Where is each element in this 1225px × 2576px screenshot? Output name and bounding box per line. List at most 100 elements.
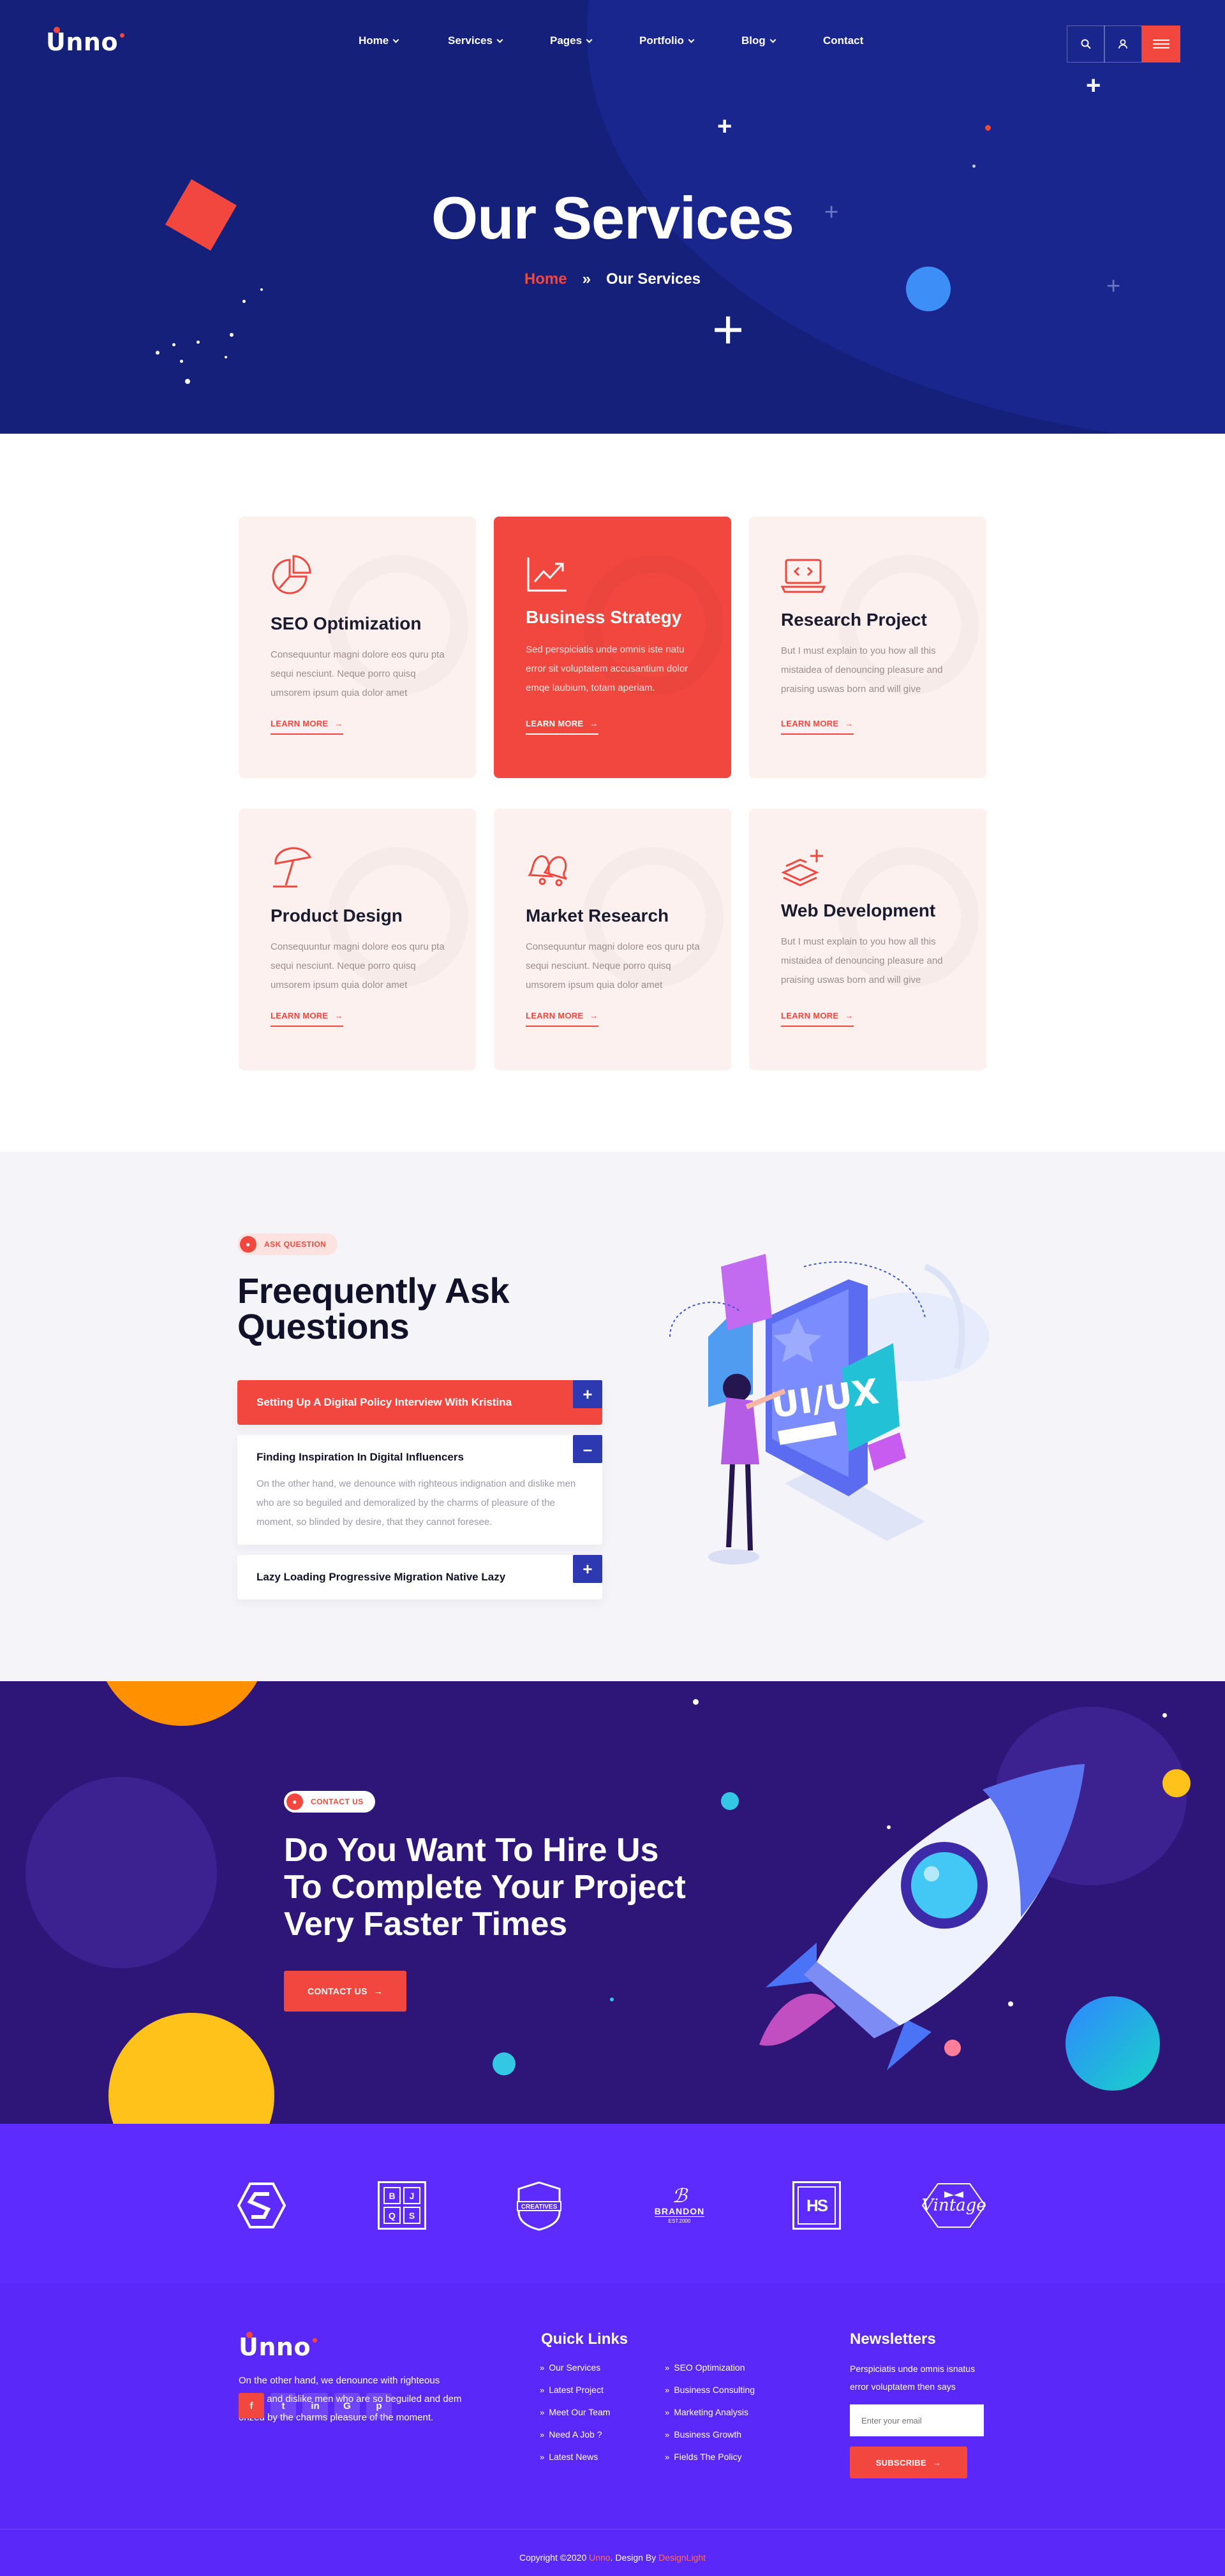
faq-title: Freequently Ask Questions: [237, 1270, 510, 1346]
learn-more-link[interactable]: LEARN MORE →: [781, 1011, 854, 1027]
footer-link[interactable]: » Latest News: [540, 2452, 598, 2462]
nav-item-home[interactable]: Home: [359, 34, 399, 47]
footer-link[interactable]: » Marketing Analysis: [665, 2407, 748, 2417]
small-planet-shape: [493, 2052, 516, 2075]
service-title: Research Project: [781, 610, 927, 629]
badge-dot-icon: ●: [286, 1793, 303, 1810]
copyright-brand-link[interactable]: Unno: [589, 2552, 610, 2563]
svg-text:Vintage: Vintage: [921, 2196, 986, 2215]
account-button[interactable]: [1104, 26, 1142, 63]
service-title: SEO Optimization: [271, 614, 422, 633]
instagram-icon[interactable]: in: [302, 2393, 328, 2418]
menu-button[interactable]: [1142, 26, 1180, 63]
footer-logo[interactable]: Unno: [239, 2332, 318, 2361]
service-card-market-research[interactable]: Market Research Consequuntur magni dolor…: [494, 809, 731, 1070]
star-dots: [985, 125, 991, 131]
service-text: But I must explain to you how all this m…: [781, 936, 943, 985]
breadcrumb-current: Our Services: [605, 270, 701, 288]
ui-ux-illustration: UI/UX: [657, 1241, 989, 1573]
service-card-web-development[interactable]: Web Development But I must explain to yo…: [749, 809, 986, 1070]
footer-link[interactable]: » Fields The Policy: [665, 2452, 742, 2462]
learn-more-link[interactable]: LEARN MORE →: [271, 1011, 343, 1027]
faq-question: Finding Inspiration In Digital Influence…: [256, 1451, 464, 1463]
learn-more-link[interactable]: LEARN MORE →: [526, 1011, 598, 1027]
hero-section: + + + + + Unno Home Services Pages Portf…: [0, 0, 1225, 434]
service-text: Consequuntur magni dolore eos quru pta s…: [526, 941, 700, 990]
chevron-down-icon: [586, 36, 593, 43]
newsletter-heading: Newsletters: [850, 2330, 936, 2348]
search-button[interactable]: [1067, 26, 1105, 63]
footer-link[interactable]: » Our Services: [540, 2362, 600, 2373]
rocket-illustration: [759, 1764, 1085, 2070]
newsletter-text: Perspiciatis unde omnis isnatus error vol…: [850, 2364, 976, 2392]
arrow-right-icon: →: [845, 1011, 854, 1020]
faq-question: Lazy Loading Progressive Migration Nativ…: [256, 1571, 506, 1583]
service-text: Consequuntur magni dolore eos quru pta s…: [271, 649, 445, 698]
twitter-icon[interactable]: t: [271, 2393, 296, 2418]
learn-more-link[interactable]: LEARN MORE →: [781, 719, 854, 735]
menu-icon: [1153, 40, 1169, 48]
faq-item[interactable]: Finding Inspiration In Digital Influence…: [237, 1435, 602, 1545]
section-badge: ● ASK QUESTION: [237, 1233, 338, 1255]
bells-icon: [528, 855, 567, 887]
faq-toggle-button[interactable]: –: [573, 1435, 602, 1463]
faq-item[interactable]: Lazy Loading Progressive Migration Nativ…: [237, 1555, 602, 1600]
nav-item-blog[interactable]: Blog: [741, 34, 776, 47]
star-dots: [972, 165, 976, 168]
nav-item-services[interactable]: Services: [448, 34, 503, 47]
breadcrumb-home-link[interactable]: Home: [524, 270, 567, 288]
footer-link[interactable]: » Meet Our Team: [540, 2407, 610, 2417]
breadcrumb-separator: »: [582, 270, 591, 288]
creatives-logo-icon: CREATIVES: [510, 2180, 568, 2231]
trend-chart-icon: [527, 557, 567, 592]
copyright-text: Copyright ©2020 Unno. Design By DesignLi…: [519, 2552, 706, 2563]
umbrella-icon: [273, 847, 312, 888]
footer-link[interactable]: » Need A Job ?: [540, 2429, 602, 2440]
facebook-icon[interactable]: f: [239, 2393, 264, 2418]
footer-link[interactable]: » Business Growth: [665, 2429, 741, 2440]
arrow-right-icon: →: [334, 1011, 343, 1020]
quick-links-heading: Quick Links: [541, 2330, 628, 2348]
small-planet-shape: [721, 1792, 739, 1810]
s-logo-icon: [236, 2180, 287, 2231]
search-icon: [1081, 39, 1091, 49]
copyright-author-link[interactable]: DesignLight: [658, 2552, 706, 2563]
footer-link[interactable]: » SEO Optimization: [665, 2362, 745, 2373]
contact-us-button[interactable]: CONTACT US →: [284, 1971, 406, 2012]
footer-link[interactable]: » Business Consulting: [665, 2385, 755, 2395]
arrow-right-icon: →: [845, 719, 854, 728]
purple-cloud-shape: [26, 1777, 217, 1968]
small-planet-shape: [1162, 1769, 1191, 1797]
google-icon[interactable]: G: [334, 2393, 360, 2418]
site-logo[interactable]: Unno: [46, 27, 125, 56]
faq-item[interactable]: Setting Up A Digital Policy Interview Wi…: [237, 1380, 602, 1425]
service-title: Web Development: [781, 901, 936, 920]
service-card-business-strategy[interactable]: Business Strategy Sed perspiciatis unde …: [494, 517, 731, 778]
star-dots: [693, 1699, 699, 1705]
star-dots: [1162, 1713, 1167, 1718]
double-chevron-icon: »: [540, 2407, 544, 2417]
nav-item-contact[interactable]: Contact: [823, 34, 863, 47]
service-card-seo[interactable]: SEO Optimization Consequuntur magni dolo…: [239, 517, 476, 778]
double-chevron-icon: »: [540, 2362, 544, 2373]
service-card-product-design[interactable]: Product Design Consequuntur magni dolore…: [239, 809, 476, 1070]
footer-link[interactable]: » Latest Project: [540, 2385, 604, 2395]
nav-item-pages[interactable]: Pages: [550, 34, 593, 47]
double-chevron-icon: »: [665, 2362, 669, 2373]
faq-toggle-button[interactable]: +: [573, 1380, 602, 1408]
hire-section: ● CONTACT US Do You Want To Hire Us To Com…: [0, 1681, 1225, 2124]
subscribe-button[interactable]: SUBSCRIBE →: [850, 2447, 967, 2478]
section-badge: ● CONTACT US: [284, 1791, 375, 1813]
faq-toggle-button[interactable]: +: [573, 1555, 602, 1583]
pie-chart-icon: [272, 555, 311, 594]
service-card-research-project[interactable]: Research Project But I must explain to y…: [749, 517, 986, 778]
nav-item-portfolio[interactable]: Portfolio: [639, 34, 695, 47]
service-text: Consequuntur magni dolore eos quru pta s…: [271, 941, 445, 990]
service-title: Market Research: [526, 906, 669, 925]
learn-more-link[interactable]: LEARN MORE →: [526, 719, 598, 735]
plus-sparkle-icon: +: [1086, 71, 1101, 99]
logo-dot: [54, 27, 60, 33]
email-field[interactable]: [850, 2404, 984, 2436]
pinterest-icon[interactable]: p: [366, 2393, 392, 2418]
learn-more-link[interactable]: LEARN MORE →: [271, 719, 343, 735]
